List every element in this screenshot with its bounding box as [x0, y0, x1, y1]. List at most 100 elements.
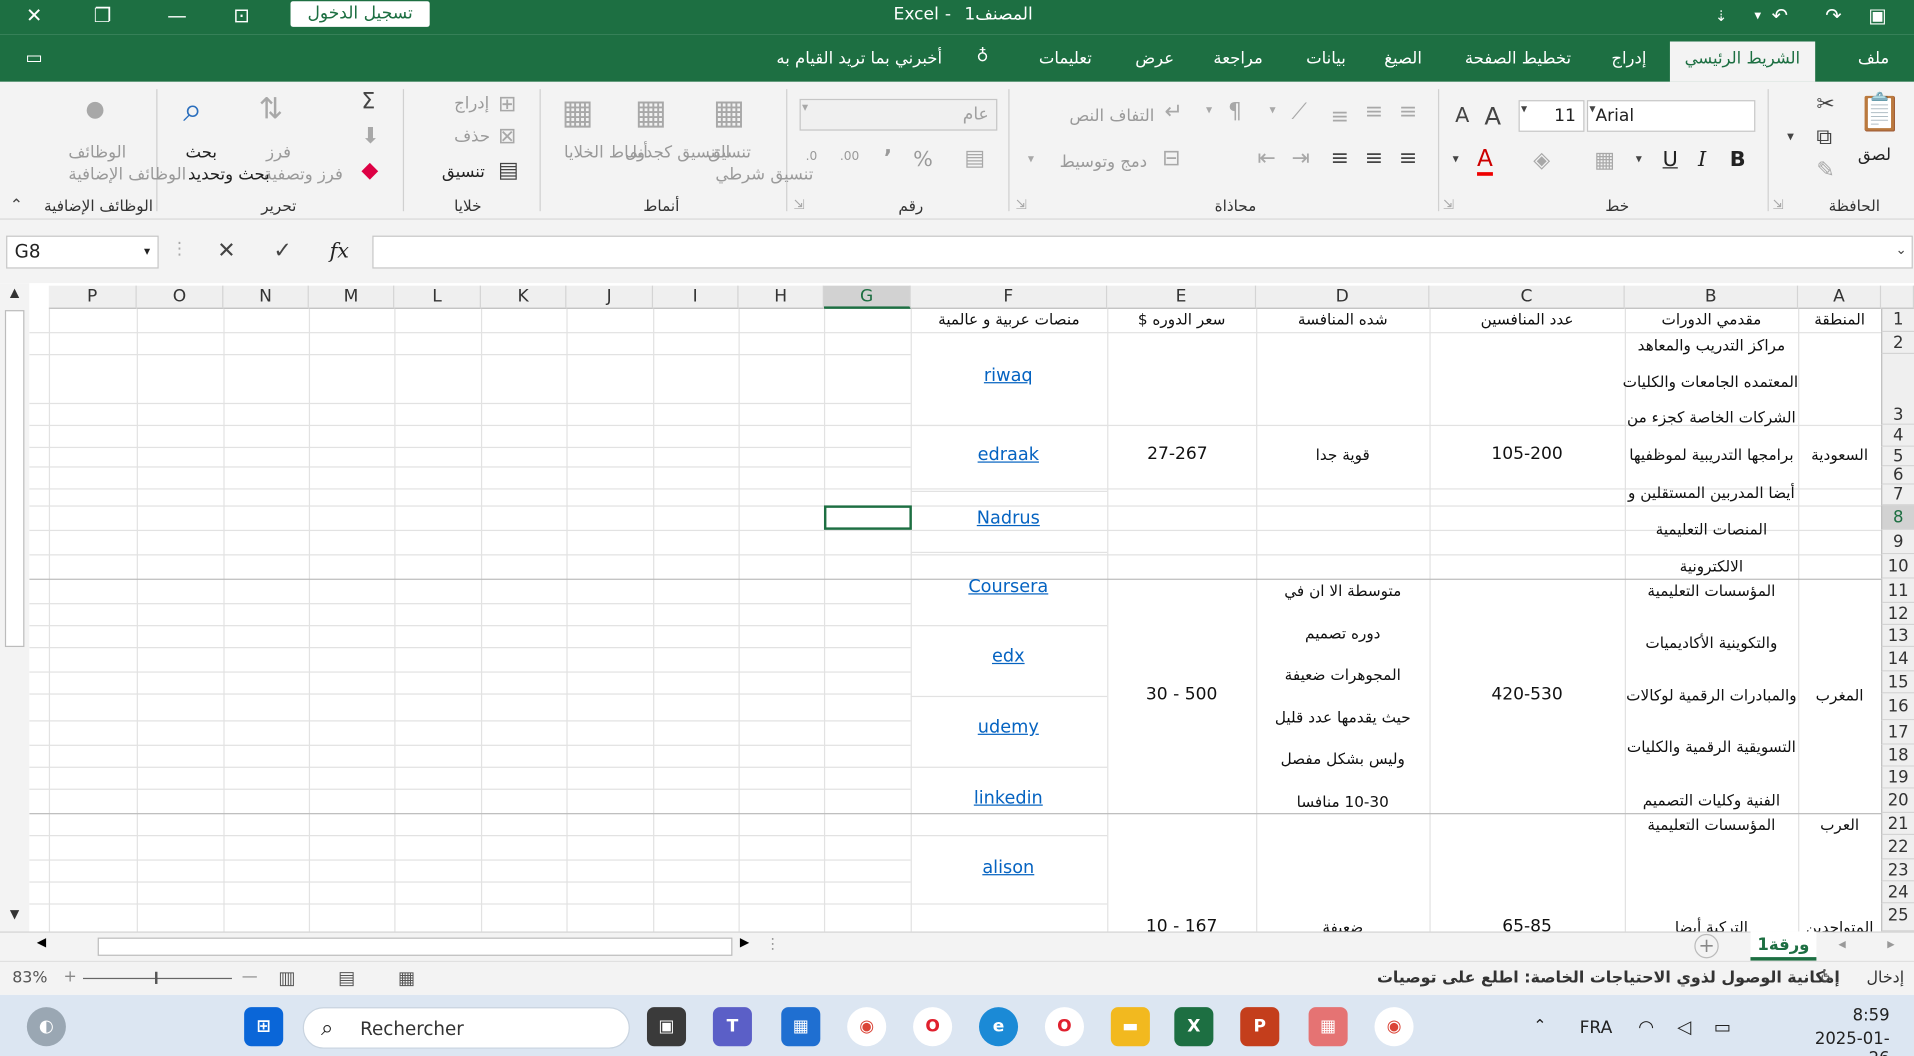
- header-cell-price[interactable]: سعر الدوره $: [1107, 310, 1256, 328]
- clock-date[interactable]: 2025-01-26: [1797, 1029, 1890, 1056]
- decrease-font-icon[interactable]: A: [1455, 104, 1469, 128]
- row-header[interactable]: 12: [1881, 603, 1914, 626]
- header-cell-competition[interactable]: شده المنافسة: [1256, 310, 1429, 328]
- sheet-tab[interactable]: ورقة1: [1750, 931, 1817, 961]
- row-header[interactable]: 14: [1881, 647, 1914, 672]
- new-sheet-icon[interactable]: +: [1694, 933, 1719, 959]
- row-header[interactable]: 23: [1881, 859, 1914, 882]
- column-header[interactable]: N: [223, 285, 309, 309]
- font-launcher-icon[interactable]: ⇲: [1443, 197, 1454, 213]
- row-header[interactable]: 11: [1881, 578, 1914, 604]
- format-cells-icon[interactable]: ▤: [498, 157, 519, 183]
- competition-line[interactable]: ضعيفة: [1256, 918, 1429, 931]
- tell-me-input[interactable]: أخبرني بما تريد القيام به: [776, 49, 942, 69]
- wrap-text-icon[interactable]: ↵: [1165, 99, 1183, 125]
- edge-icon[interactable]: e: [979, 1007, 1019, 1047]
- column-header[interactable]: E: [1107, 285, 1257, 309]
- align-top-icon[interactable]: ≡: [1399, 99, 1417, 125]
- align-bottom-icon[interactable]: ≡: [1331, 104, 1349, 130]
- zoom-slider-thumb[interactable]: [155, 971, 158, 984]
- sheet-nav-left-icon[interactable]: ◂: [1838, 935, 1845, 952]
- merge-center-button[interactable]: دمج وتوسيط: [1060, 153, 1148, 173]
- competitors-cell[interactable]: 420-530: [1429, 685, 1624, 705]
- column-header[interactable]: H: [738, 285, 824, 309]
- format-painter-icon[interactable]: ✎: [1816, 157, 1834, 183]
- platform-link[interactable]: edx: [911, 647, 1106, 667]
- merge-center-icon[interactable]: ⊟: [1162, 145, 1180, 171]
- align-left-icon[interactable]: ≡: [1331, 145, 1349, 171]
- qat-customize-icon[interactable]: ⇣: [1707, 2, 1736, 31]
- tab-insert[interactable]: إدراج: [1611, 49, 1646, 69]
- orientation-icon[interactable]: ⟋: [1292, 99, 1307, 125]
- enter-icon[interactable]: ✓: [273, 238, 291, 264]
- currency-icon[interactable]: ▤: [964, 145, 985, 171]
- bold-button[interactable]: B: [1730, 148, 1746, 172]
- align-right-icon[interactable]: ≡: [1399, 145, 1417, 171]
- select-all-corner[interactable]: [1881, 285, 1914, 309]
- volume-icon[interactable]: ◁: [1677, 1016, 1691, 1038]
- column-header[interactable]: M: [308, 285, 395, 309]
- undo-icon[interactable]: ↶: [1765, 2, 1794, 31]
- find-select-line1[interactable]: بحث: [186, 143, 217, 163]
- align-center-icon[interactable]: ≡: [1365, 145, 1383, 171]
- font-color-dropdown-icon[interactable]: ▾: [1453, 153, 1459, 166]
- chrome-icon[interactable]: ◉: [847, 1007, 887, 1047]
- number-format-combo[interactable]: عام: [799, 98, 998, 131]
- paste-button[interactable]: لصق: [1858, 145, 1891, 165]
- addins-icon[interactable]: ●: [85, 96, 104, 122]
- restore-icon[interactable]: ❐: [88, 2, 117, 31]
- column-header[interactable]: I: [653, 285, 739, 309]
- column-header[interactable]: O: [136, 285, 224, 309]
- font-size-dropdown-icon[interactable]: ▾: [1521, 103, 1527, 116]
- file-explorer-icon[interactable]: ▬: [1110, 1007, 1150, 1047]
- row-header[interactable]: 24: [1881, 881, 1914, 904]
- platform-link[interactable]: linkedin: [911, 789, 1106, 809]
- redo-icon[interactable]: ↷: [1819, 2, 1848, 31]
- vertical-scroll-thumb[interactable]: [4, 310, 25, 648]
- scroll-down-icon[interactable]: ▼: [4, 908, 26, 928]
- increase-decimal-button[interactable]: .00: [840, 150, 859, 163]
- decrease-decimal-button[interactable]: .0: [806, 150, 818, 163]
- header-cell-competitors[interactable]: عدد المنافسين: [1429, 310, 1624, 328]
- region-cell[interactable]: المغرب: [1798, 686, 1881, 704]
- start-icon[interactable]: ⊞: [244, 1007, 284, 1047]
- font-color-icon[interactable]: A: [1477, 145, 1493, 176]
- column-header[interactable]: G: [823, 285, 911, 309]
- powerpoint-icon[interactable]: P: [1240, 1007, 1280, 1047]
- calculator-icon[interactable]: ▦: [1308, 1007, 1348, 1047]
- column-header[interactable]: P: [48, 285, 137, 309]
- task-view-icon[interactable]: ▣: [646, 1007, 687, 1047]
- collapse-ribbon-icon[interactable]: ⌃: [10, 197, 23, 215]
- row-header[interactable]: 17: [1881, 720, 1914, 745]
- merge-dropdown-icon[interactable]: ▾: [1028, 153, 1034, 166]
- copy-icon[interactable]: ⧉: [1816, 125, 1832, 151]
- opera-icon[interactable]: O: [913, 1007, 953, 1047]
- clear-icon[interactable]: ◆: [361, 157, 378, 183]
- format-cells-button[interactable]: تنسيق: [442, 162, 485, 182]
- row-header[interactable]: 15: [1881, 671, 1914, 694]
- widgets-icon[interactable]: ◐: [26, 1007, 66, 1047]
- platform-link[interactable]: udemy: [911, 718, 1106, 738]
- addins-line1[interactable]: الوظائف: [68, 143, 126, 163]
- platform-link[interactable]: Nadrus: [911, 509, 1106, 529]
- copy-dropdown-icon[interactable]: ▾: [1787, 128, 1794, 144]
- competitors-cell[interactable]: 65-85: [1429, 917, 1624, 932]
- column-header[interactable]: B: [1624, 285, 1799, 309]
- cell-styles-button[interactable]: أنماط الخلايا: [564, 143, 648, 163]
- number-launcher-icon[interactable]: ⇲: [793, 197, 804, 213]
- column-header[interactable]: A: [1798, 285, 1882, 309]
- underline-button[interactable]: U: [1663, 148, 1678, 172]
- row-header[interactable]: 1: [1881, 308, 1914, 333]
- accessibility-icon[interactable]: ♿: [1819, 967, 1834, 987]
- find-select-button[interactable]: بحث وتحديد: [188, 165, 270, 185]
- active-cell-g8[interactable]: [823, 505, 912, 530]
- page-layout-view-icon[interactable]: ▤: [338, 967, 355, 989]
- align-middle-icon[interactable]: ≡: [1365, 99, 1383, 125]
- price-cell[interactable]: 30 - 500: [1107, 685, 1256, 705]
- teams-icon[interactable]: T: [712, 1007, 752, 1047]
- tab-page-layout[interactable]: تخطيط الصفحة: [1465, 49, 1571, 69]
- tab-formulas[interactable]: الصيغ: [1384, 49, 1422, 69]
- sort-filter-icon[interactable]: ⇅: [259, 92, 284, 126]
- header-cell-region[interactable]: المنطقة: [1798, 310, 1881, 328]
- sort-filter-line1[interactable]: فرز: [266, 143, 291, 163]
